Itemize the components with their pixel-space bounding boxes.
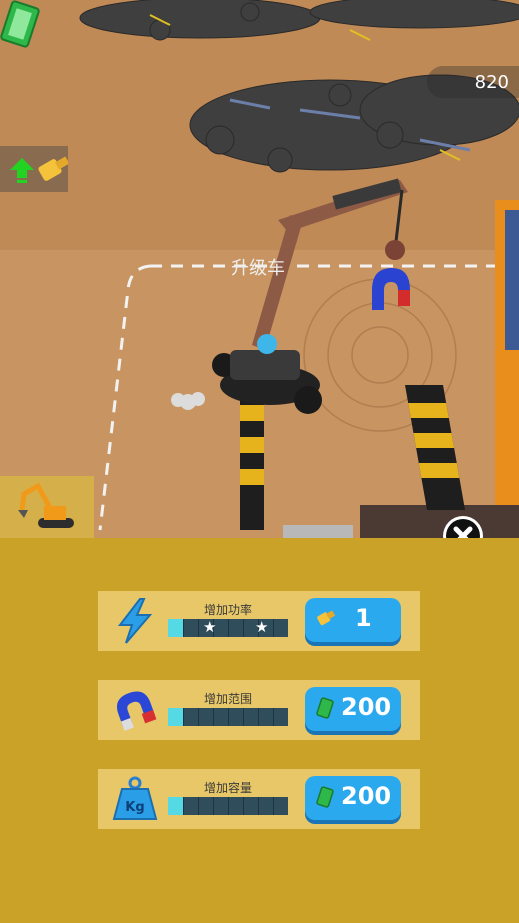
- excavator-tab[interactable]: [0, 476, 94, 538]
- upgrade-label: 增加功率: [203, 603, 252, 617]
- lightning-icon: [117, 598, 153, 644]
- money-counter: 820: [474, 72, 509, 93]
- upgrade-cost: 200: [341, 782, 392, 810]
- upgrade-cost: 1: [355, 604, 372, 632]
- upgrade-range-button[interactable]: 200: [305, 687, 401, 731]
- upgrade-label: 增加范围: [203, 692, 252, 706]
- upgrade-power-button[interactable]: 1: [305, 598, 401, 642]
- upgrade-progress-bar: [168, 797, 288, 815]
- progress-fill: [168, 797, 183, 815]
- progress-fill: [168, 619, 183, 637]
- upgrade-progress-bar: ★ ★: [168, 618, 288, 637]
- svg-text:Kg: Kg: [125, 800, 144, 815]
- upgrade-panel: 增加功率 ★ ★ 1 增加范围 200 Kg 增加容量 200: [0, 538, 519, 923]
- progress-fill: [168, 708, 183, 726]
- cash-stack-icon: [0, 0, 40, 48]
- cash-icon: [316, 786, 334, 808]
- upgrade-tab[interactable]: [0, 146, 68, 192]
- upgrade-cost: 200: [341, 693, 392, 721]
- star-icon: ★: [203, 618, 217, 636]
- upgrade-capacity-button[interactable]: 200: [305, 776, 401, 820]
- upgrade-label: 增加容量: [203, 781, 252, 795]
- star-icon: ★: [255, 618, 269, 636]
- upgrade-progress-bar: [168, 708, 288, 726]
- excavator-icon: [18, 482, 74, 528]
- cash-icon: [316, 697, 334, 719]
- magnet-icon: [116, 691, 157, 731]
- upgrade-row-power: 增加功率 ★ ★ 1: [98, 591, 420, 651]
- up-arrow-bolt-icon: [10, 156, 68, 183]
- upgrade-row-range: 增加范围 200: [98, 680, 420, 740]
- bolt-icon: [317, 610, 335, 626]
- upgrade-row-capacity: Kg 增加容量 200: [98, 769, 420, 829]
- zone-label: 升级车: [231, 258, 285, 279]
- game-scene[interactable]: 升级车 820: [0, 0, 519, 538]
- weight-kg-icon: Kg: [112, 776, 158, 820]
